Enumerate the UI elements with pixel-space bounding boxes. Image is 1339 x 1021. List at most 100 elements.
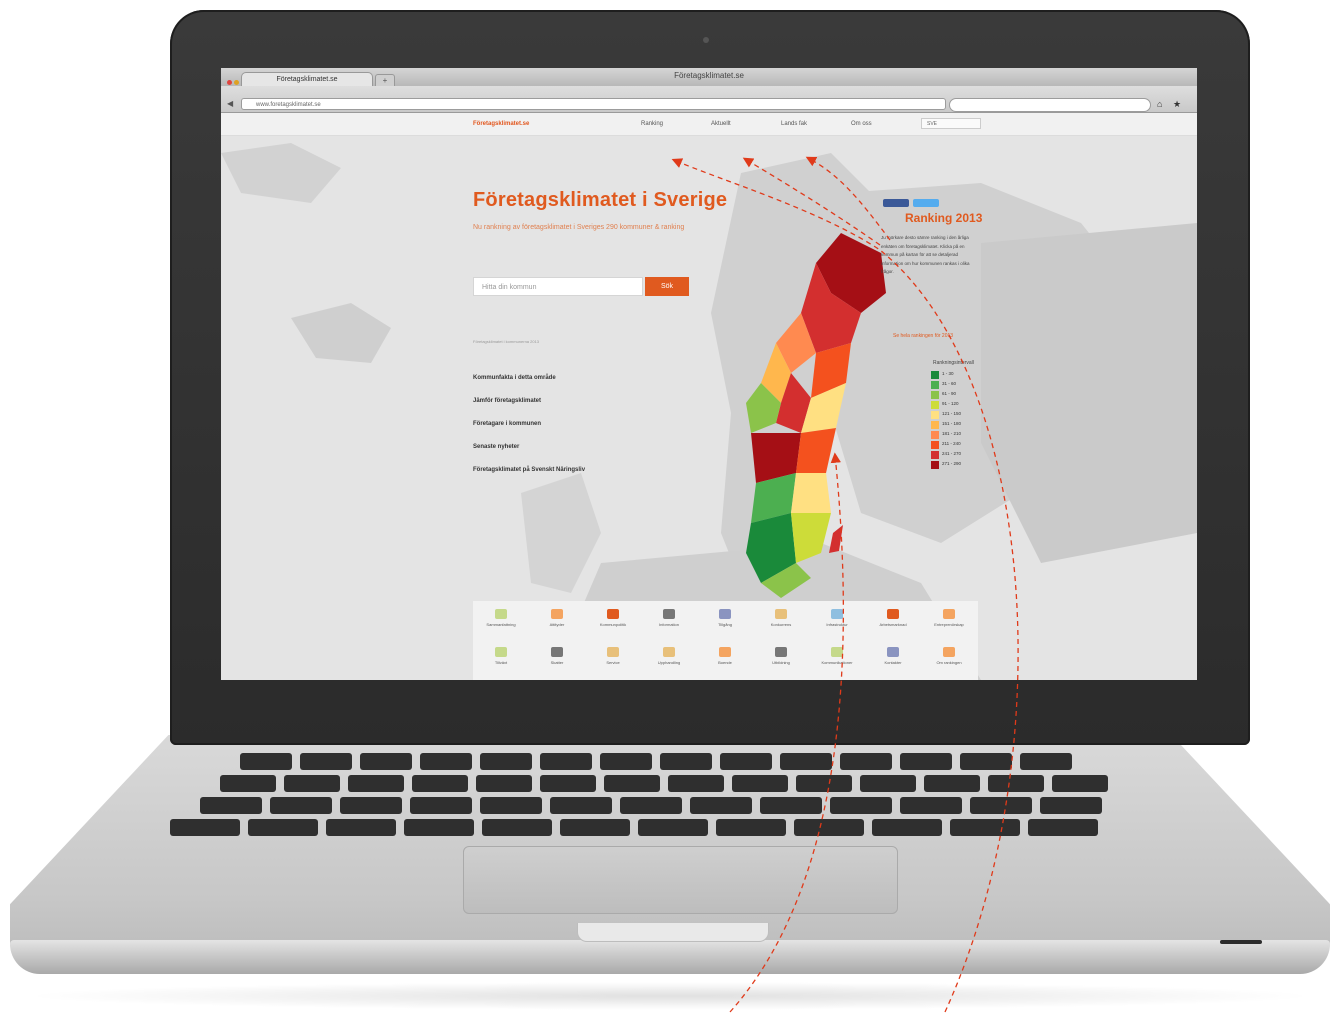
category-item[interactable]: Entreprenörskap	[921, 609, 977, 627]
close-window-button[interactable]	[227, 80, 232, 85]
category-icon	[607, 609, 619, 619]
url-bar[interactable]: www.foretagsklimatet.se	[241, 98, 946, 110]
keyboard-key	[1020, 753, 1072, 770]
home-icon[interactable]: ⌂	[1157, 98, 1167, 110]
keyboard-key	[690, 797, 752, 814]
category-item[interactable]: Upphandling	[641, 647, 697, 665]
keyboard-key	[270, 797, 332, 814]
bookmark-icon[interactable]: ★	[1173, 98, 1183, 110]
legend-item: 271 - 290	[931, 461, 961, 469]
site-header: Företagsklimatet.se Ranking Aktuellt Lan…	[221, 113, 1197, 136]
back-icon[interactable]: ◀	[227, 99, 237, 109]
keyboard-key	[300, 753, 352, 770]
nav-link-ranking[interactable]: Ranking	[641, 121, 663, 127]
laptop-shadow	[20, 982, 1320, 1010]
category-icon	[775, 609, 787, 619]
window-title: Företagsklimatet.se	[674, 71, 744, 80]
legend-swatch	[931, 381, 939, 389]
sweden-map[interactable]	[721, 233, 901, 603]
category-icon	[887, 609, 899, 619]
category-item[interactable]: Attityder	[529, 609, 585, 627]
link-item[interactable]: Senaste nyheter	[473, 444, 519, 450]
screen: Företagsklimatet.se + Företagsklimatet.s…	[221, 68, 1197, 680]
keyboard-key	[840, 753, 892, 770]
link-item[interactable]: Kommunfakta i detta område	[473, 375, 556, 381]
minimize-window-button[interactable]	[234, 80, 239, 85]
trackpad	[463, 846, 898, 914]
category-item[interactable]: Tillgång	[697, 609, 753, 627]
category-icon	[663, 647, 675, 657]
category-item[interactable]: Arbetsmarknad	[865, 609, 921, 627]
keyboard-key	[248, 819, 318, 836]
facebook-share-button[interactable]	[883, 199, 909, 207]
category-icon	[943, 647, 955, 657]
keyboard-key	[830, 797, 892, 814]
legend-swatch	[931, 431, 939, 439]
keyboard-key	[480, 797, 542, 814]
link-item[interactable]: Jämför företagsklimatet	[473, 398, 541, 404]
keyboard-key	[660, 753, 712, 770]
legend-swatch	[931, 441, 939, 449]
keyboard-key	[404, 819, 474, 836]
nav-link-about[interactable]: Om oss	[851, 121, 872, 127]
legend-item: 31 - 60	[931, 381, 956, 389]
keyboard-key	[560, 819, 630, 836]
keyboard-key	[780, 753, 832, 770]
category-item[interactable]: Utbildning	[753, 647, 809, 665]
legend-label: 61 - 90	[942, 391, 957, 396]
language-select[interactable]: SVE	[921, 118, 981, 129]
legend-label: 241 - 270	[942, 451, 962, 456]
category-label: Skatter	[550, 660, 564, 665]
category-item[interactable]: Service	[585, 647, 641, 665]
category-item[interactable]: Infrastruktur	[809, 609, 865, 627]
legend-label: 31 - 60	[942, 381, 957, 386]
full-ranking-link[interactable]: Se hela rankingen för 2013	[893, 333, 953, 339]
category-item[interactable]: Boende	[697, 647, 753, 665]
category-icon	[775, 647, 787, 657]
laptop-led	[1220, 940, 1262, 944]
category-item[interactable]: Tillväxt	[473, 647, 529, 665]
keyboard-key	[326, 819, 396, 836]
category-label: Infrastruktur	[826, 622, 848, 627]
legend-label: 1 - 30	[942, 371, 954, 376]
category-label: Boende	[718, 660, 732, 665]
twitter-share-button[interactable]	[913, 199, 939, 207]
municipality-search-input[interactable]: Hitta din kommun	[473, 277, 643, 296]
category-item[interactable]: Kontakter	[865, 647, 921, 665]
legend-item: 151 - 180	[931, 421, 961, 429]
keyboard-key	[1028, 819, 1098, 836]
nav-link-facts[interactable]: Lands fak	[781, 121, 807, 127]
category-icon	[831, 647, 843, 657]
keyboard-key	[604, 775, 660, 792]
category-item[interactable]: Kommunpolitik	[585, 609, 641, 627]
ranking-description: Ju mörkare desto sämre ranking i den årl…	[881, 235, 970, 274]
category-item[interactable]: Information	[641, 609, 697, 627]
search-button[interactable]: Sök	[645, 277, 689, 296]
keyboard-key	[900, 797, 962, 814]
browser-search-field[interactable]	[949, 98, 1151, 112]
legend-item: 91 - 120	[931, 401, 959, 409]
site-logo[interactable]: Företagsklimatet.se	[473, 121, 529, 127]
category-item[interactable]: Om rankingen	[921, 647, 977, 665]
region	[791, 473, 831, 513]
link-item[interactable]: Företagare i kommunen	[473, 421, 541, 427]
category-item[interactable]: Skatter	[529, 647, 585, 665]
keyboard-key	[170, 819, 240, 836]
category-icon	[831, 609, 843, 619]
category-label: Tillväxt	[494, 660, 508, 665]
category-label: Kommunikationer	[821, 660, 853, 665]
small-note: Företagsklimatet i kommunerna 2013	[473, 339, 540, 344]
category-item[interactable]: Kommunikationer	[809, 647, 865, 665]
keyboard-key	[284, 775, 340, 792]
keyboard-key	[760, 797, 822, 814]
keyboard-key	[860, 775, 916, 792]
legend-label: 211 - 240	[942, 441, 961, 446]
nav-link-news[interactable]: Aktuellt	[711, 121, 731, 127]
legend-item: 241 - 270	[931, 451, 961, 459]
legend-item: 61 - 90	[931, 391, 956, 399]
category-item[interactable]: Sammanfattning	[473, 609, 529, 627]
link-item[interactable]: Företagsklimatet på Svenskt Näringsliv	[473, 467, 585, 473]
keyboard-key	[720, 753, 772, 770]
category-item[interactable]: Konkurrens	[753, 609, 809, 627]
category-label: Om rankingen	[936, 660, 962, 665]
